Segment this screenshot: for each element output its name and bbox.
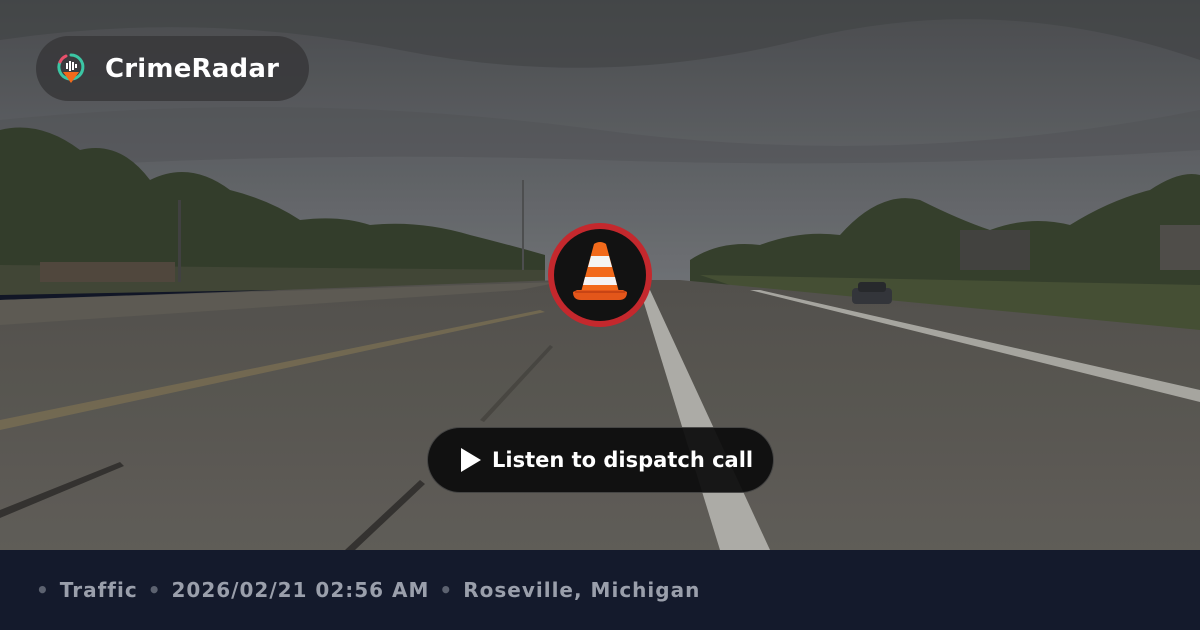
incident-location: Roseville, Michigan: [463, 578, 701, 602]
incident-category: Traffic: [59, 578, 138, 602]
separator-dot: •: [147, 578, 162, 602]
incident-datetime: 2026/02/21 02:56 AM: [171, 578, 430, 602]
brand-name: CrimeRadar: [105, 53, 280, 84]
play-icon: [460, 447, 482, 473]
listen-dispatch-button[interactable]: Listen to dispatch call: [427, 427, 774, 493]
listen-dispatch-label: Listen to dispatch call: [492, 448, 754, 472]
separator-dot: •: [36, 578, 50, 602]
incident-info-bar: • Traffic • 2026/02/21 02:56 AM • Rosevi…: [0, 550, 1200, 630]
radar-pin-icon: [56, 52, 86, 86]
badge-inner: [554, 229, 646, 321]
separator-dot: •: [439, 578, 454, 602]
brand-pill[interactable]: CrimeRadar: [36, 36, 309, 101]
traffic-cone-icon: [569, 240, 631, 310]
incident-category-badge: [548, 223, 652, 327]
